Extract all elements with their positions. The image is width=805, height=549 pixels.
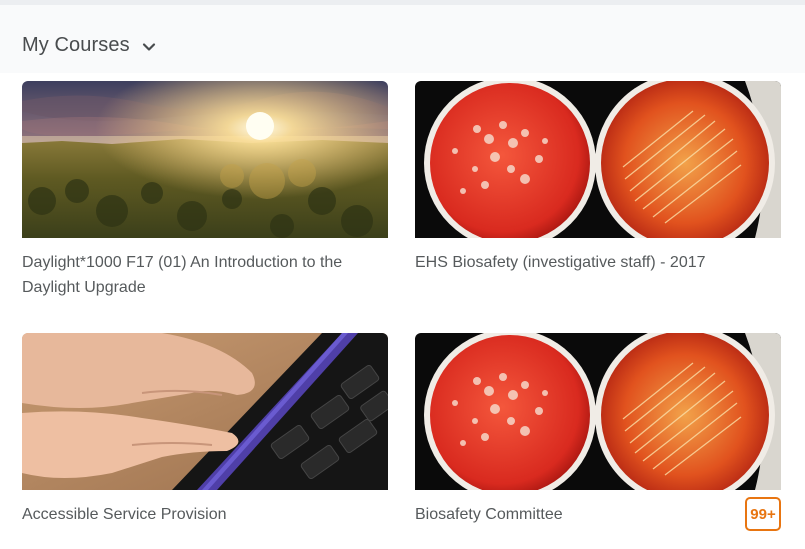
page-title: My Courses	[22, 34, 130, 56]
widget-header: My Courses	[0, 5, 805, 73]
course-card[interactable]: EHS Biosafety (investigative staff) - 20…	[415, 81, 781, 275]
course-image-petri-dishes[interactable]	[415, 333, 781, 490]
my-courses-menu[interactable]: My Courses	[22, 34, 156, 57]
course-image-forest-sunrise[interactable]	[22, 81, 388, 238]
course-image-braille-keyboard[interactable]	[22, 333, 388, 490]
course-name[interactable]: EHS Biosafety (investigative staff) - 20…	[415, 250, 781, 275]
course-name[interactable]: Biosafety Committee	[415, 502, 781, 527]
course-image-petri-dishes[interactable]	[415, 81, 781, 238]
notification-badge[interactable]: 99+	[745, 497, 781, 531]
course-card[interactable]: Daylight*1000 F17 (01) An Introduction t…	[22, 81, 388, 300]
course-name[interactable]: Daylight*1000 F17 (01) An Introduction t…	[22, 250, 388, 300]
course-card[interactable]: Biosafety Committee	[415, 333, 781, 527]
course-name[interactable]: Accessible Service Provision	[22, 502, 388, 527]
course-card[interactable]: Accessible Service Provision	[22, 333, 388, 527]
chevron-down-icon[interactable]	[142, 40, 156, 54]
